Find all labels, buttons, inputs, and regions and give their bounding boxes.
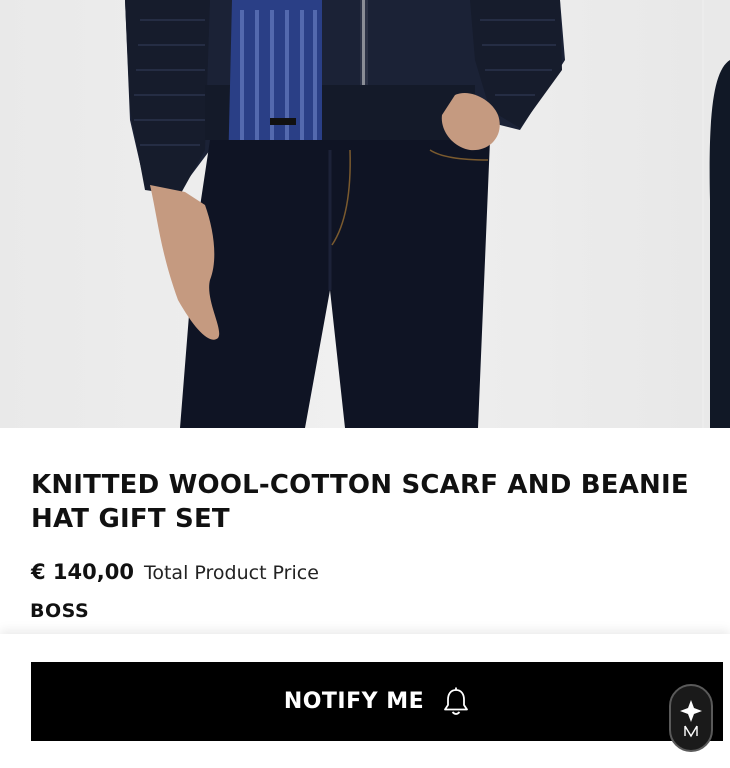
notify-me-label: NOTIFY ME bbox=[283, 689, 425, 714]
price-row: € 140,00 Total Product Price bbox=[31, 560, 319, 584]
product-image-main[interactable] bbox=[0, 0, 702, 428]
product-title: KNITTED WOOL-COTTON SCARF AND BEANIE HAT… bbox=[31, 470, 689, 534]
brand-name[interactable]: BOSS bbox=[30, 600, 89, 622]
product-info: KNITTED WOOL-COTTON SCARF AND BEANIE HAT… bbox=[0, 428, 730, 634]
price-label: Total Product Price bbox=[143, 562, 319, 584]
assistant-logo-icon[interactable] bbox=[669, 684, 713, 752]
bell-icon bbox=[442, 687, 470, 717]
product-price: € 140,00 bbox=[31, 560, 134, 584]
next-photo-preview bbox=[709, 60, 730, 428]
product-photo bbox=[125, 0, 565, 428]
product-image-next[interactable] bbox=[704, 0, 730, 428]
notify-me-button[interactable]: NOTIFY ME bbox=[31, 662, 723, 741]
sticky-action-bar: NOTIFY ME bbox=[0, 634, 730, 768]
product-image-gallery[interactable] bbox=[0, 0, 730, 428]
